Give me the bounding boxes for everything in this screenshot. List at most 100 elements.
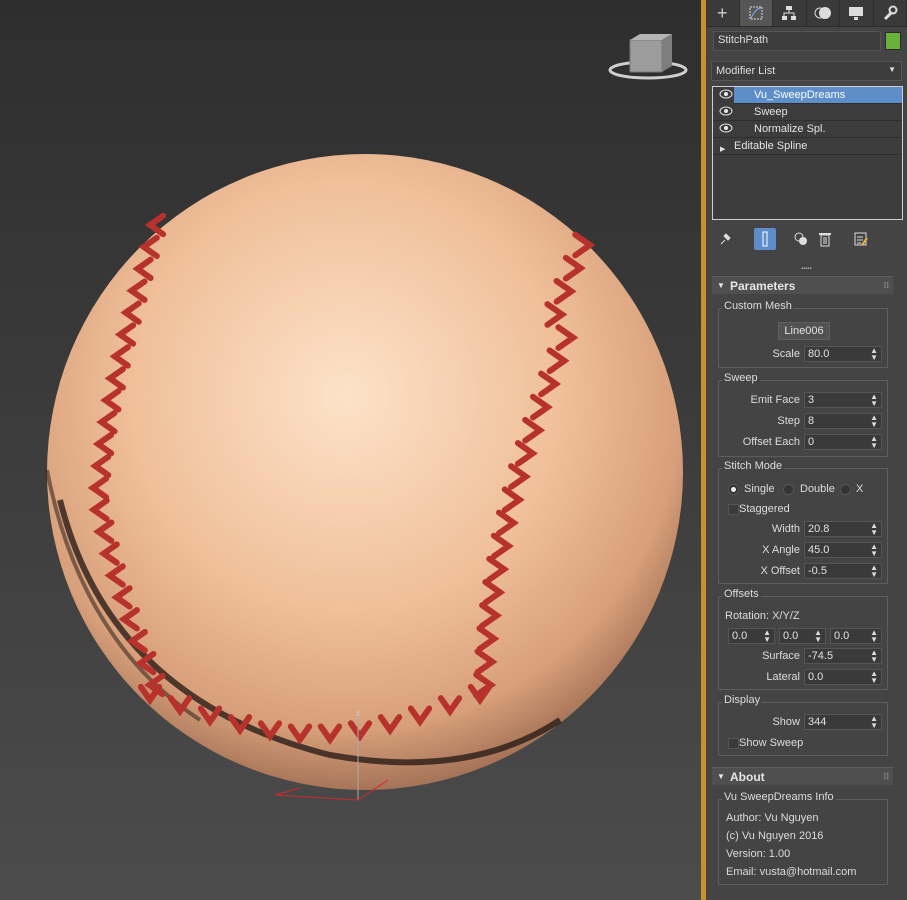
spinner-arrows-icon[interactable]: ▲ ▼	[870, 715, 878, 730]
staggered-checkbox[interactable]	[728, 504, 739, 515]
scale-spinner[interactable]: 80.0 ▲ ▼	[804, 346, 882, 362]
emit-face-value: 3	[808, 394, 815, 406]
modifier-list-label: Modifier List	[716, 65, 776, 77]
pin-stack-icon[interactable]	[714, 228, 736, 250]
rotation-y-spinner[interactable]: 0.0 ▲ ▼	[779, 628, 826, 644]
group-about-info: Vu SweepDreams Info Author: Vu Nguyen (c…	[718, 791, 888, 885]
display-icon	[849, 7, 864, 20]
motion-icon	[814, 7, 831, 19]
pick-mesh-button[interactable]: Line006	[778, 322, 830, 340]
stack-item-vu-sweepdreams[interactable]: Vu_SweepDreams	[719, 87, 902, 104]
wrench-icon	[883, 5, 898, 21]
tab-utilities[interactable]	[874, 0, 907, 26]
spinner-arrows-icon[interactable]: ▲ ▼	[870, 629, 878, 644]
eye-icon[interactable]	[719, 122, 733, 138]
group-display: Display Show 344 ▲ ▼ Show Sweep	[718, 694, 888, 756]
group-title: Vu SweepDreams Info	[722, 791, 836, 803]
tab-modify[interactable]	[739, 0, 773, 26]
spinner-arrows-icon[interactable]: ▲ ▼	[870, 543, 878, 558]
stack-item-label: Sweep	[754, 106, 788, 118]
plus-icon: +	[716, 2, 728, 23]
modify-icon	[749, 6, 763, 20]
command-panel-tabs: +	[706, 0, 907, 27]
rotation-x-spinner[interactable]: 0.0 ▲ ▼	[728, 628, 775, 644]
hierarchy-icon	[782, 6, 797, 20]
scale-label: Scale	[772, 348, 800, 360]
offset-each-spinner[interactable]: 0 ▲ ▼	[804, 434, 882, 450]
stack-item-editable-spline[interactable]: ▶ Editable Spline	[713, 138, 902, 155]
radio-double[interactable]	[783, 484, 794, 495]
modifier-stack[interactable]: Vu_SweepDreams Sweep Normalize Spl. ▶ Ed…	[712, 86, 903, 220]
author-text: Author: Vu Nguyen	[726, 812, 819, 824]
tab-motion[interactable]	[807, 0, 840, 26]
x-angle-label: X Angle	[762, 544, 800, 556]
step-value: 8	[808, 415, 815, 427]
email-text: Email: vusta@hotmail.com	[726, 866, 857, 878]
radio-x[interactable]	[840, 484, 851, 495]
object-color-swatch[interactable]	[885, 32, 901, 50]
lateral-label: Lateral	[766, 671, 800, 683]
spinner-arrows-icon[interactable]: ▲ ▼	[870, 435, 878, 450]
eye-icon[interactable]	[719, 105, 733, 121]
spinner-arrows-icon[interactable]: ▲ ▼	[870, 649, 878, 664]
show-end-result-icon[interactable]	[754, 228, 776, 250]
rotation-z-spinner[interactable]: 0.0 ▲ ▼	[830, 628, 882, 644]
show-sweep-checkbox[interactable]	[728, 738, 739, 749]
drag-grip-icon: ⁞⁞	[883, 281, 889, 290]
stack-toolbar	[712, 228, 903, 250]
tab-create[interactable]: +	[706, 0, 740, 26]
trash-icon[interactable]	[814, 228, 836, 250]
show-sweep-label: Show Sweep	[739, 737, 804, 749]
chevron-down-icon: ▼	[888, 65, 896, 74]
step-label: Step	[777, 415, 800, 427]
stitch-mark	[144, 212, 167, 238]
show-spinner[interactable]: 344 ▲ ▼	[804, 714, 882, 730]
tab-hierarchy[interactable]	[773, 0, 807, 26]
rollout-about[interactable]: ▼ About ⁞⁞	[712, 767, 893, 785]
make-unique-icon[interactable]	[790, 228, 812, 250]
spinner-arrows-icon[interactable]: ▲ ▼	[763, 629, 771, 644]
copyright-text: (c) Vu Nguyen 2016	[726, 830, 824, 842]
viewport[interactable]: z	[0, 0, 703, 900]
eye-icon[interactable]	[719, 88, 733, 104]
radio-double-label: Double	[800, 483, 835, 495]
spinner-arrows-icon[interactable]: ▲ ▼	[870, 347, 878, 362]
spinner-arrows-icon[interactable]: ▲ ▼	[870, 414, 878, 429]
group-title: Display	[722, 694, 763, 706]
gizmo-z-label: z	[356, 709, 360, 718]
modifier-list-dropdown[interactable]: Modifier List ▼	[711, 61, 902, 81]
x-angle-spinner[interactable]: 45.0 ▲ ▼	[804, 542, 882, 558]
width-spinner[interactable]: 20.8 ▲ ▼	[804, 521, 882, 537]
rotation-z-value: 0.0	[834, 630, 850, 642]
tab-display[interactable]	[840, 0, 874, 26]
stack-item-label: Vu_SweepDreams	[754, 89, 846, 101]
surface-spinner[interactable]: -74.5 ▲ ▼	[804, 648, 882, 664]
spinner-arrows-icon[interactable]: ▲ ▼	[870, 522, 878, 537]
radio-single-label: Single	[744, 483, 775, 495]
spinner-arrows-icon[interactable]: ▲ ▼	[870, 564, 878, 579]
configure-sets-icon[interactable]	[850, 228, 872, 250]
emit-face-spinner[interactable]: 3 ▲ ▼	[804, 392, 882, 408]
group-custom-mesh: Custom Mesh Line006 Scale 80.0 ▲ ▼	[718, 300, 888, 368]
spinner-arrows-icon[interactable]: ▲ ▼	[870, 670, 878, 685]
lateral-spinner[interactable]: 0.0 ▲ ▼	[804, 669, 882, 685]
command-panel: + StitchPath Modifier List ▼ Vu_SweepDre…	[706, 0, 907, 900]
object-name-field[interactable]: StitchPath	[713, 31, 881, 51]
stack-item-normalize-spline[interactable]: Normalize Spl.	[713, 121, 902, 138]
emit-face-label: Emit Face	[750, 394, 800, 406]
spinner-arrows-icon[interactable]: ▲ ▼	[870, 393, 878, 408]
group-offsets: Offsets Rotation: X/Y/Z 0.0 ▲ ▼ 0.0 ▲ ▼ 0.0 ▲…	[718, 588, 888, 690]
panel-grip-icon[interactable]: ▪▪▪▪▪	[801, 266, 813, 272]
stack-item-sweep[interactable]: Sweep	[713, 104, 902, 121]
spinner-arrows-icon[interactable]: ▲ ▼	[814, 629, 822, 644]
step-spinner[interactable]: 8 ▲ ▼	[804, 413, 882, 429]
rotation-x-value: 0.0	[732, 630, 748, 642]
group-title: Sweep	[722, 372, 760, 384]
rotation-y-value: 0.0	[783, 630, 799, 642]
x-offset-spinner[interactable]: -0.5 ▲ ▼	[804, 563, 882, 579]
radio-single[interactable]	[728, 484, 739, 495]
expand-triangle-icon[interactable]: ▶	[720, 142, 725, 158]
viewcube-icon[interactable]	[608, 34, 688, 80]
baseball-render: z	[45, 34, 688, 801]
rollout-parameters[interactable]: ▼ Parameters ⁞⁞	[712, 276, 893, 294]
